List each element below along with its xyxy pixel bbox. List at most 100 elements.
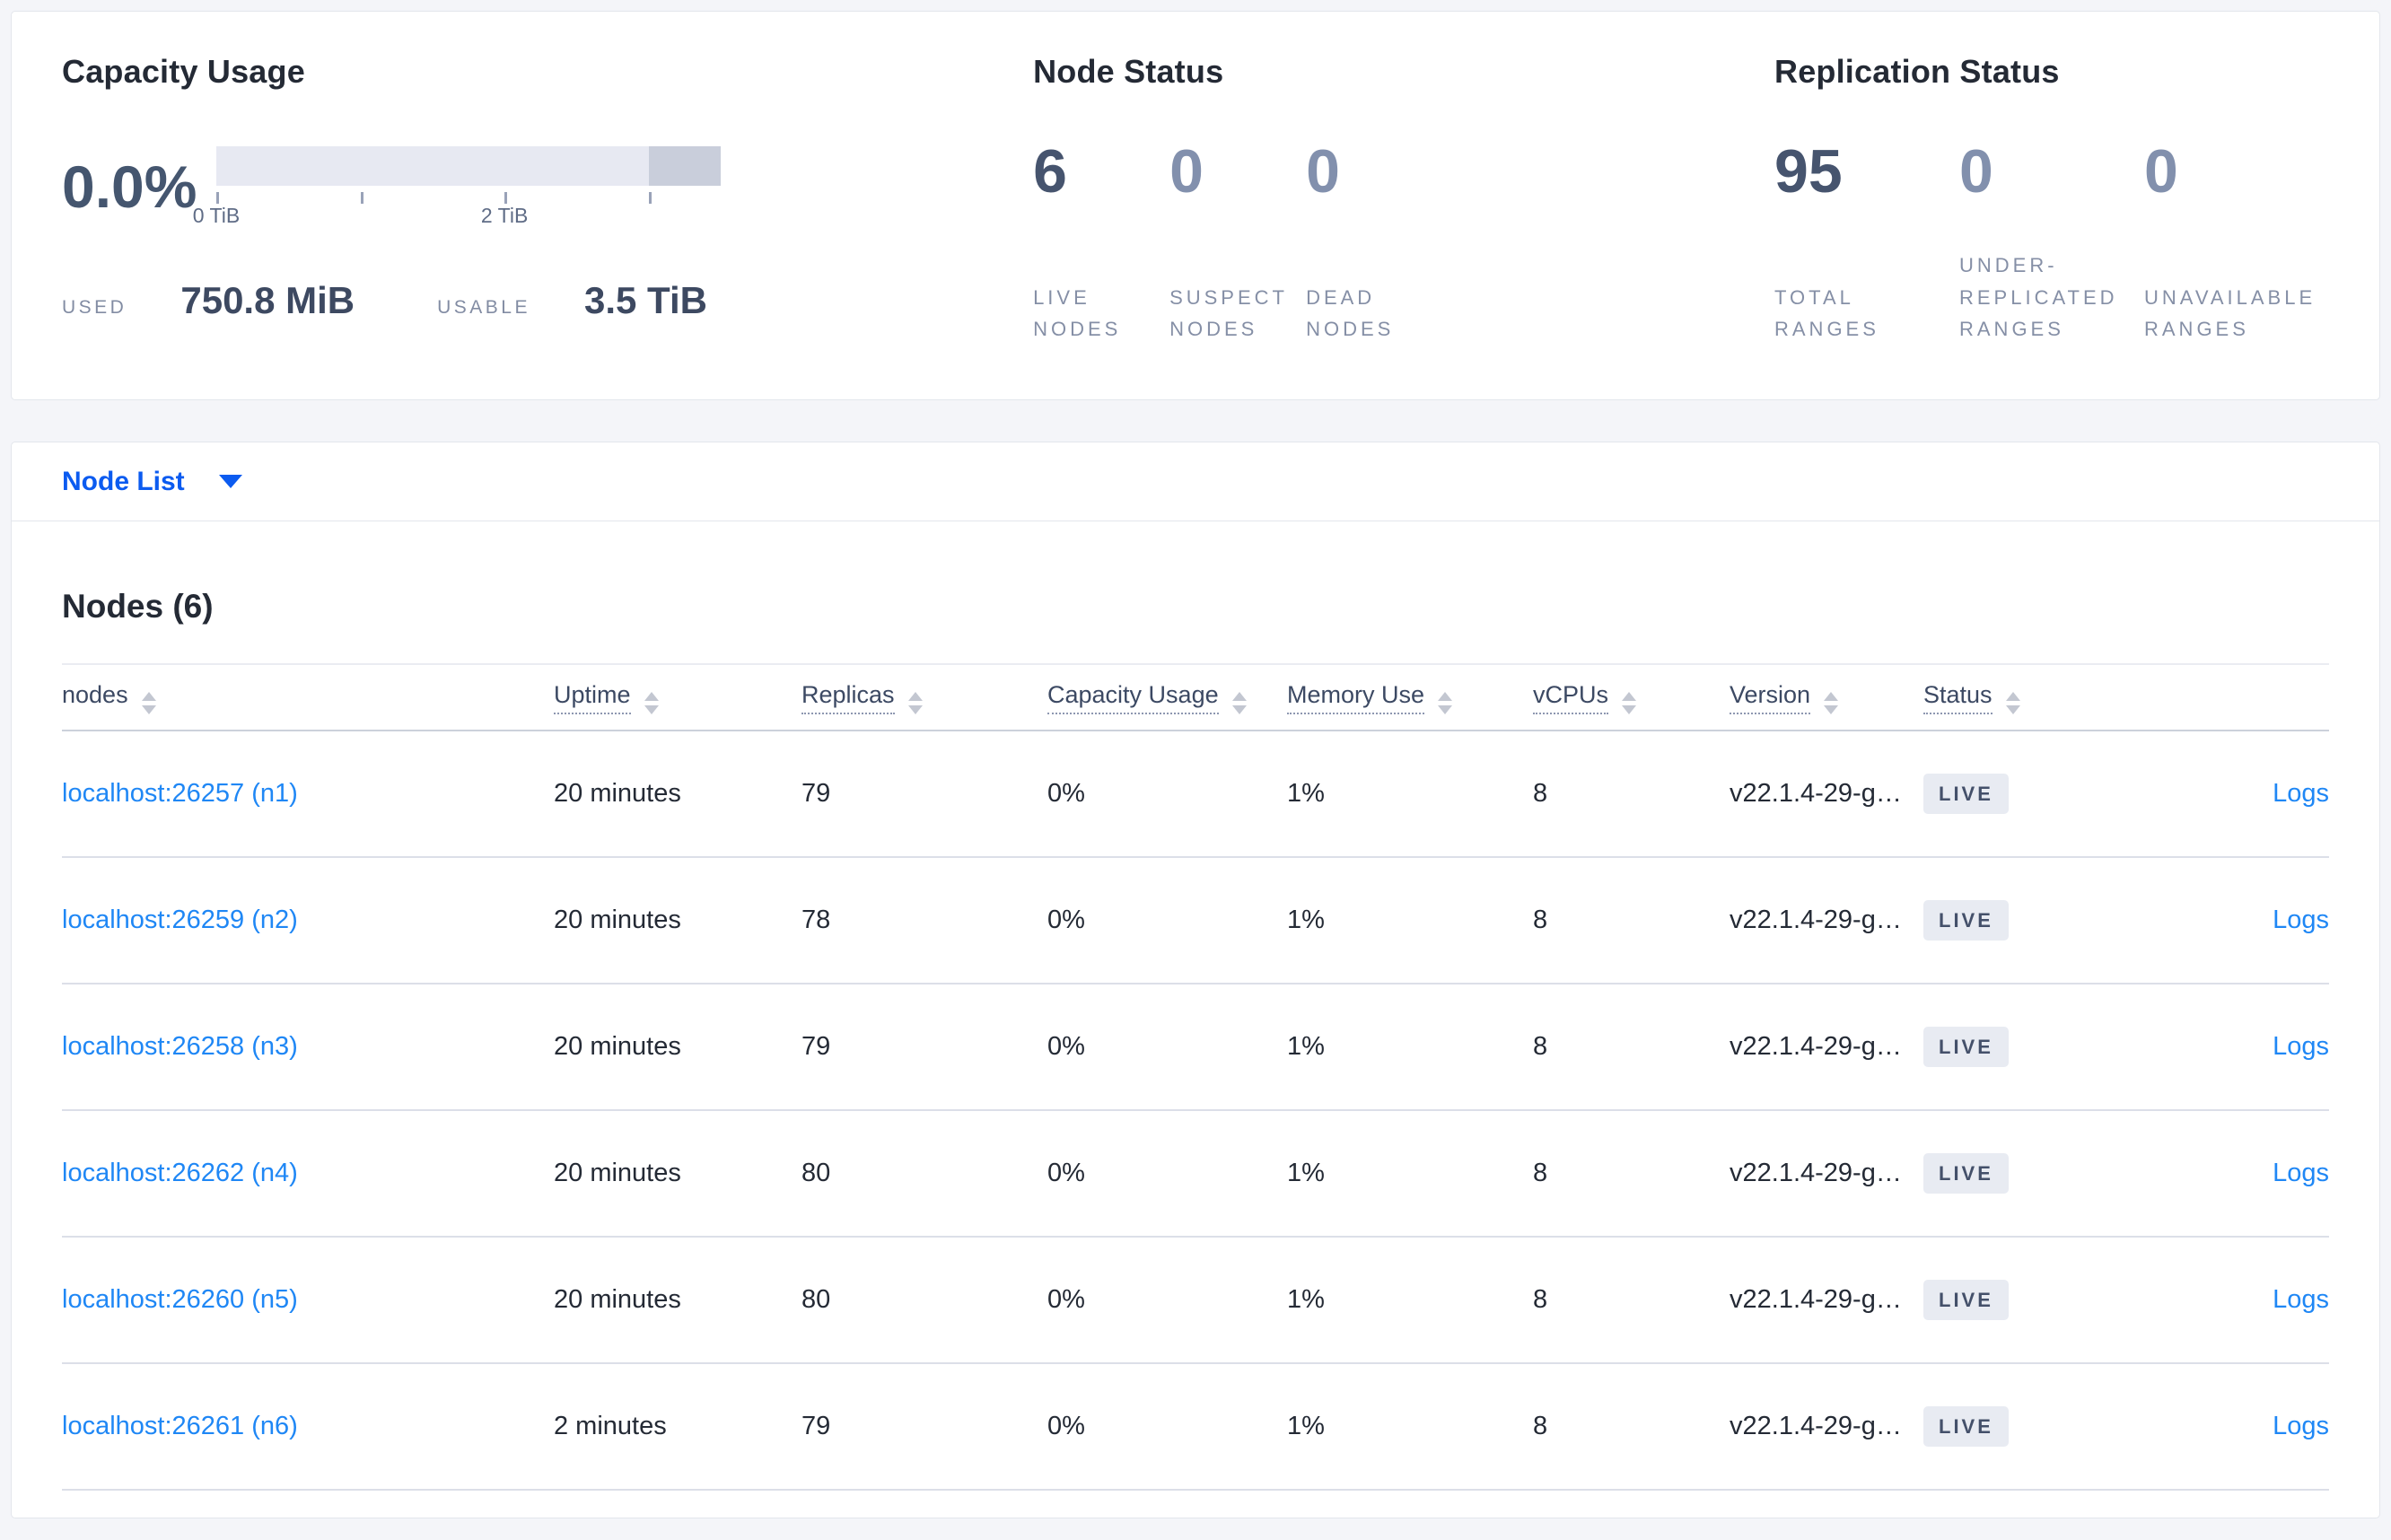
vcpus-cell: 8 [1533, 1032, 1548, 1061]
vcpus-cell: 8 [1533, 1412, 1548, 1440]
capacity-usage-title: Capacity Usage [62, 53, 305, 90]
replicas-cell: 80 [801, 1285, 831, 1314]
logs-link[interactable]: Logs [2273, 1285, 2329, 1314]
unavailable-ranges-value: 0 [2144, 137, 2178, 206]
node-link[interactable]: localhost:26259 (n2) [62, 906, 298, 934]
live-nodes-value: 6 [1033, 137, 1067, 206]
tick-mark [504, 192, 508, 204]
live-nodes-label: LIVE NODES [1033, 285, 1122, 341]
view-mode-label: Node List [62, 466, 185, 496]
table-row: localhost:26258 (n3) 20 minutes 79 0% 1%… [62, 984, 2329, 1111]
sort-icon [1824, 691, 1839, 714]
table-row: localhost:26257 (n1) 20 minutes 79 0% 1%… [62, 731, 2329, 858]
capacity-bar-dark-segment [648, 146, 721, 186]
dead-nodes-label: DEAD NODES [1306, 285, 1395, 341]
tick-mark [216, 192, 219, 204]
memory-cell: 1% [1287, 1159, 1325, 1187]
total-ranges-value: 95 [1774, 137, 1843, 206]
replicas-cell: 79 [801, 779, 831, 808]
node-list-card: Node List Nodes (6) nodes Uptime Replica… [11, 442, 2380, 1518]
column-header-status[interactable]: Status [1923, 680, 2202, 714]
replication-status-section: Replication Status 95 TOTAL RANGES 0 UND… [1774, 53, 2329, 358]
vcpus-cell: 8 [1533, 779, 1548, 808]
capacity-cell: 0% [1047, 906, 1085, 934]
capacity-cell: 0% [1047, 1412, 1085, 1440]
logs-link[interactable]: Logs [2273, 906, 2329, 934]
uptime-cell: 20 minutes [554, 1285, 681, 1314]
node-link[interactable]: localhost:26258 (n3) [62, 1032, 298, 1061]
vcpus-cell: 8 [1533, 906, 1548, 934]
memory-cell: 1% [1287, 1285, 1325, 1314]
status-badge: LIVE [1923, 1280, 2009, 1320]
usable-label: USABLE [437, 297, 530, 318]
unavailable-ranges-label: UNAVAILABLE RANGES [2144, 285, 2317, 341]
usable-value: 3.5 TiB [584, 279, 707, 321]
suspect-nodes-label: SUSPECT NODES [1169, 285, 1288, 341]
replicas-cell: 79 [801, 1412, 831, 1440]
tick-mark [648, 192, 652, 204]
table-row: localhost:26261 (n6) 2 minutes 79 0% 1% … [62, 1364, 2329, 1491]
vcpus-cell: 8 [1533, 1285, 1548, 1314]
node-link[interactable]: localhost:26260 (n5) [62, 1285, 298, 1314]
under-replicated-ranges-label: UNDER- REPLICATED RANGES [1959, 254, 2118, 341]
view-bar: Node List [12, 442, 2379, 521]
column-header-memory-use[interactable]: Memory Use [1287, 680, 1533, 714]
version-cell: v22.1.4-29-g… [1730, 1159, 1902, 1187]
tick-label-0tib: 0 TiB [192, 204, 241, 227]
tick-label-2tib: 2 TiB [480, 204, 529, 227]
used-label: USED [62, 297, 127, 318]
version-cell: v22.1.4-29-g… [1730, 1285, 1902, 1314]
sort-icon [141, 691, 156, 714]
version-cell: v22.1.4-29-g… [1730, 779, 1902, 808]
column-header-version[interactable]: Version [1730, 680, 1923, 714]
sort-icon [1438, 691, 1453, 714]
memory-cell: 1% [1287, 906, 1325, 934]
logs-link[interactable]: Logs [2273, 1159, 2329, 1187]
view-mode-dropdown[interactable]: Node List [62, 467, 242, 497]
total-ranges-stat: 95 TOTAL RANGES [1774, 141, 1959, 358]
column-header-replicas[interactable]: Replicas [801, 680, 1047, 714]
nodes-section-title: Nodes (6) [62, 588, 214, 625]
version-cell: v22.1.4-29-g… [1730, 1032, 1902, 1061]
node-status-title: Node Status [1033, 53, 1224, 90]
status-badge: LIVE [1923, 1027, 2009, 1067]
node-link[interactable]: localhost:26262 (n4) [62, 1159, 298, 1187]
under-replicated-ranges-stat: 0 UNDER- REPLICATED RANGES [1959, 141, 2144, 358]
memory-cell: 1% [1287, 779, 1325, 808]
uptime-cell: 20 minutes [554, 1159, 681, 1187]
status-badge: LIVE [1923, 1406, 2009, 1447]
logs-link[interactable]: Logs [2273, 1412, 2329, 1440]
vcpus-cell: 8 [1533, 1159, 1548, 1187]
logs-link[interactable]: Logs [2273, 779, 2329, 808]
under-replicated-ranges-value: 0 [1959, 137, 1993, 206]
uptime-cell: 20 minutes [554, 1032, 681, 1061]
column-header-vcpus[interactable]: vCPUs [1533, 680, 1730, 714]
column-header-uptime[interactable]: Uptime [554, 680, 801, 714]
cluster-overview-card: Capacity Usage 0.0% 0 TiB 2 TiB USED 750… [11, 11, 2380, 400]
sort-icon [1231, 691, 1247, 714]
node-status-stats: 6 LIVE NODES 0 SUSPECT NODES 0 DEAD NODE… [1033, 141, 1774, 358]
capacity-cell: 0% [1047, 1159, 1085, 1187]
memory-cell: 1% [1287, 1412, 1325, 1440]
suspect-nodes-value: 0 [1169, 137, 1204, 206]
nodes-table-header: nodes Uptime Replicas Capacity Usage Mem… [62, 665, 2329, 731]
unavailable-ranges-stat: 0 UNAVAILABLE RANGES [2144, 141, 2329, 358]
table-row: localhost:26260 (n5) 20 minutes 80 0% 1%… [62, 1238, 2329, 1364]
column-header-nodes[interactable]: nodes [62, 681, 554, 714]
sort-icon [1622, 691, 1637, 714]
node-link[interactable]: localhost:26257 (n1) [62, 779, 298, 808]
node-link[interactable]: localhost:26261 (n6) [62, 1412, 298, 1440]
capacity-gauge: 0.0% 0 TiB 2 TiB [62, 146, 1033, 232]
nodes-table-area: Nodes (6) nodes Uptime Replicas Capacity… [12, 588, 2379, 1491]
capacity-cell: 0% [1047, 1285, 1085, 1314]
total-ranges-label: TOTAL RANGES [1774, 285, 1879, 341]
suspect-nodes-stat: 0 SUSPECT NODES [1169, 141, 1306, 358]
column-header-capacity-usage[interactable]: Capacity Usage [1047, 680, 1287, 714]
table-row: localhost:26259 (n2) 20 minutes 78 0% 1%… [62, 858, 2329, 984]
logs-link[interactable]: Logs [2273, 1032, 2329, 1061]
capacity-tick-labels: 0 TiB 2 TiB [193, 204, 721, 232]
version-cell: v22.1.4-29-g… [1730, 1412, 1902, 1440]
status-badge: LIVE [1923, 1153, 2009, 1194]
replication-status-stats: 95 TOTAL RANGES 0 UNDER- REPLICATED RANG… [1774, 141, 2329, 358]
capacity-cell: 0% [1047, 1032, 1085, 1061]
